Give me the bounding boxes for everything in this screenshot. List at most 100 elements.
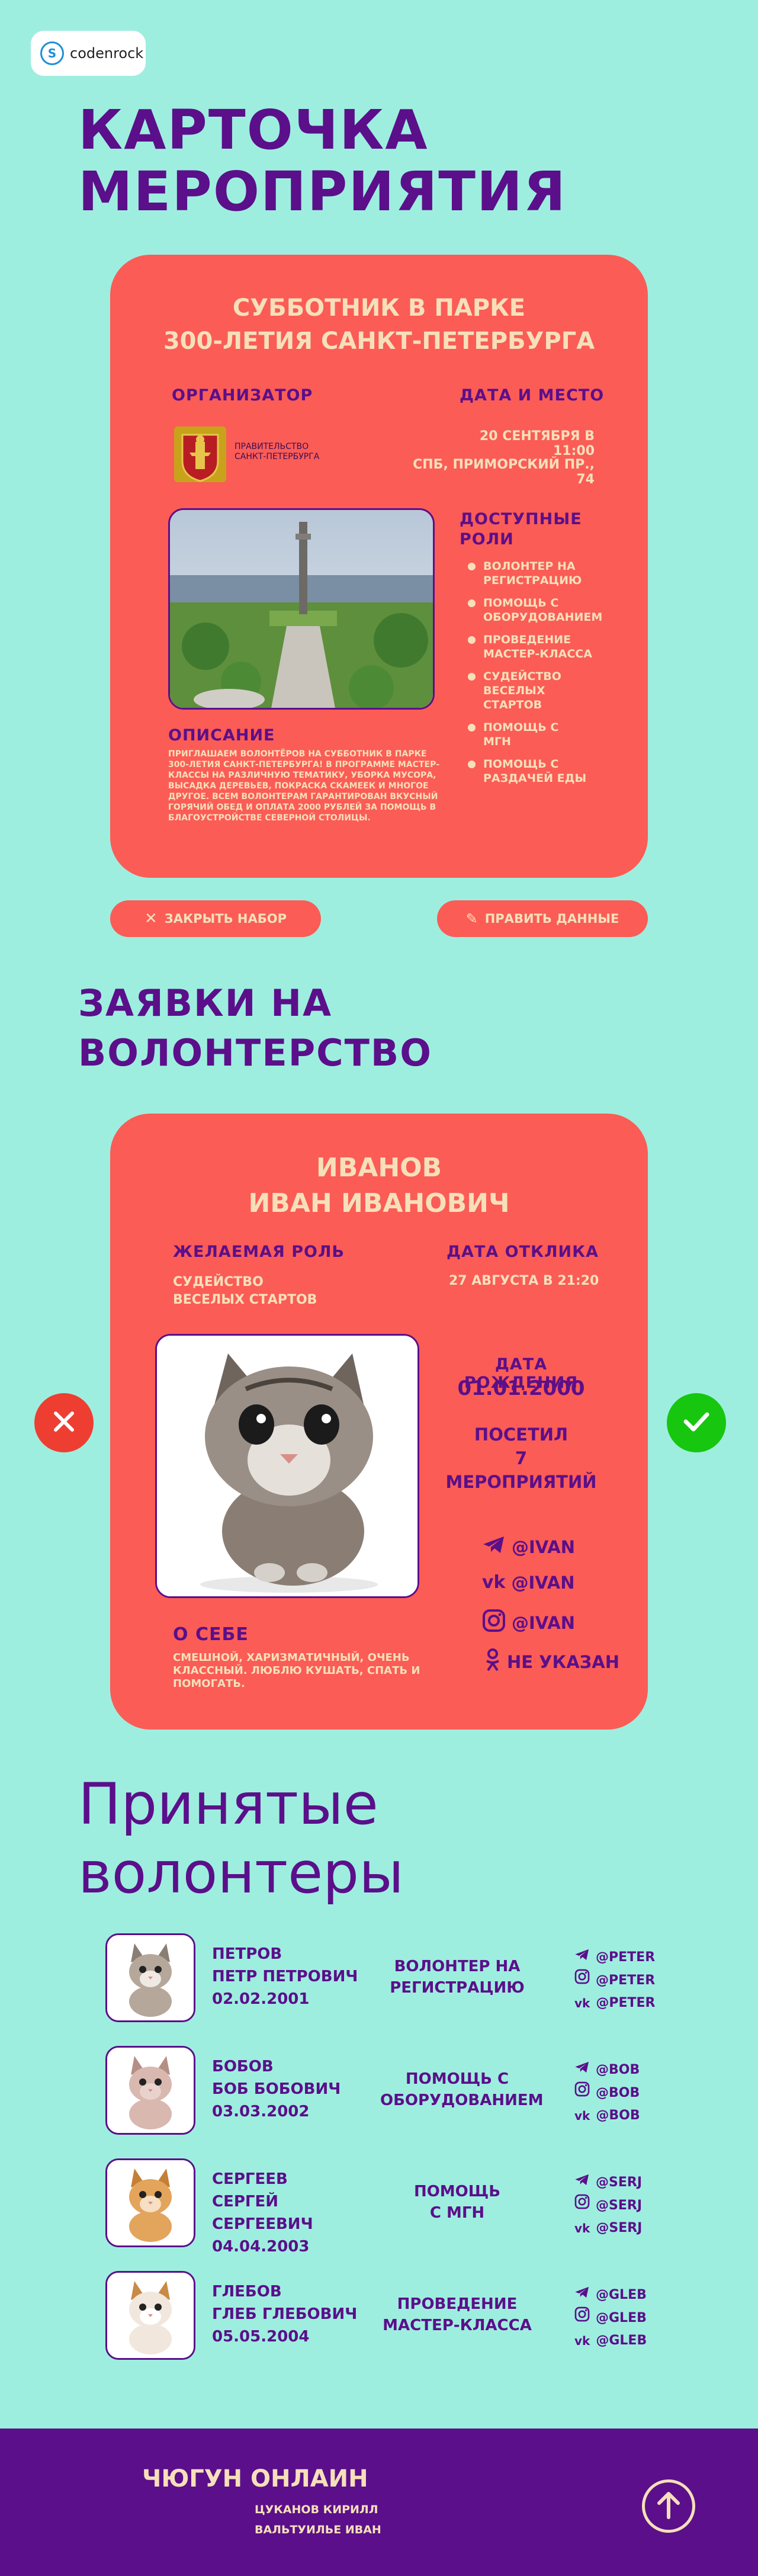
accepted-title: Принятые волонтеры [78,1770,404,1907]
about-text: СМЕШНОЙ, ХАРИЗМАТИЧНЫЙ, ОЧЕНЬ КЛАССНЫЙ. … [173,1651,420,1690]
vk-icon: vk [574,2334,590,2348]
volunteer-surname: ПЕТРОВ [212,1945,282,1963]
volunteer-vk[interactable]: vk @SERJ [574,2217,642,2240]
edit-data-button[interactable]: ✎ ПРАВИТЬ ДАННЫЕ [437,900,648,937]
volunteer-birth-date: 04.04.2003 [212,2238,310,2256]
page-title-line1: КАРТОЧКА [78,98,429,162]
applicant-telegram[interactable]: @IVAN [482,1535,575,1558]
volunteer-instagram[interactable]: @GLEB [574,2306,647,2330]
instagram-icon [574,2194,590,2217]
role-item: СУДЕЙСТВО ВЕСЕЛЫХ СТАРТОВ [465,669,602,712]
volunteer-name: СЕРГЕЕВ СЕРГЕЙ СЕРГЕЕВИЧ 04.04.2003 [212,2168,378,2258]
applications-title: ЗАЯВКИ НА ВОЛОНТЕРСТВО [78,979,432,1078]
volunteer-instagram[interactable]: @BOB [574,2081,640,2105]
volunteer-vk[interactable]: vk @BOB [574,2105,640,2127]
applications-title-line1: ЗАЯВКИ НА [78,981,333,1025]
applicant-name: ИВАНОВ ИВАН ИВАНОВИЧ [110,1150,648,1221]
organizer-label: ОРГАНИЗАТОР [172,386,313,405]
volunteer-role: ПОМОЩЬ С ОБОРУДОВАНИЕМ [380,2070,544,2109]
telegram-icon [574,2059,590,2081]
date-place-label: ДАТА И МЕСТО [460,386,605,405]
applicant-ok[interactable]: НЕ УКАЗАН [484,1648,619,1676]
footer-team: ЧЮГУН ОНЛАИН [142,2465,368,2492]
close-x-icon: ✕ [144,910,158,928]
volunteer-surname: БОБОВ [212,2058,274,2075]
accept-button[interactable] [667,1393,726,1452]
volunteer-vk[interactable]: vk @GLEB [574,2330,647,2352]
accepted-volunteer-row[interactable]: СЕРГЕЕВ СЕРГЕЙ СЕРГЕЕВИЧ 04.04.2003 ПОМО… [105,2158,644,2256]
description-label: ОПИСАНИЕ [168,726,275,745]
accepted-title-line2: волонтеры [78,1840,404,1906]
volunteer-given-name: БОБ БОБОВИЧ [212,2080,341,2098]
volunteer-socials: @PETER @PETER vk @PETER [574,1946,655,2014]
volunteer-name: БОБОВ БОБ БОБОВИЧ 03.03.2002 [212,2055,378,2123]
volunteer-photo [105,2046,195,2135]
volunteer-role: ПОМОЩЬ С МГН [413,2183,501,2222]
volunteer-name: ПЕТРОВ ПЕТР ПЕТРОВИЧ 02.02.2001 [212,1943,378,2010]
volunteer-photo [105,2158,195,2247]
page-title-line2: МЕРОПРИЯТИЯ [78,160,567,223]
reject-x-icon [51,1409,77,1437]
instagram-icon [574,2306,590,2330]
accepted-volunteer-row[interactable]: ПЕТРОВ ПЕТР ПЕТРОВИЧ 02.02.2001 ВОЛОНТЕР… [105,1933,655,2022]
vk-icon: vk [574,2109,590,2123]
event-title-line1: СУББОТНИК В ПАРКЕ [232,294,526,322]
instagram-icon [574,1969,590,1992]
accepted-volunteer-row[interactable]: ГЛЕБОВ ГЛЕБ ГЛЕБОВИЧ 05.05.2004 ПРОВЕДЕН… [105,2271,647,2360]
roles-list: ВОЛОНТЕР НА РЕГИСТРАЦИЮ ПОМОЩЬ С ОБОРУДОВА… [465,559,602,794]
volunteer-telegram[interactable]: @SERJ [574,2171,642,2194]
arrow-up-icon [656,2490,682,2522]
roles-label: ДОСТУПНЫЕ РОЛИ [460,509,582,550]
volunteer-given-name: ГЛЕБ ГЛЕБОВИЧ [212,2305,358,2323]
role-item: ПОМОЩЬ С МГН [465,720,602,749]
close-recruitment-button[interactable]: ✕ ЗАКРЫТЬ НАБОР [110,900,321,937]
volunteer-telegram[interactable]: @GLEB [574,2284,647,2306]
volunteer-instagram[interactable]: @PETER [574,1969,655,1992]
organizer-name: ПРАВИТЕЛЬСТВО САНКТ-ПЕТЕРБУРГА [235,442,319,462]
accepted-volunteer-row[interactable]: БОБОВ БОБ БОБОВИЧ 03.03.2002 ПОМОЩЬ С ОБ… [105,2046,644,2135]
volunteer-birth-date: 05.05.2004 [212,2328,310,2346]
instagram-icon [574,2081,590,2105]
applicant-vk[interactable]: vk @IVAN [482,1572,575,1593]
volunteer-vk[interactable]: vk @PETER [574,1992,655,2014]
instagram-icon [482,1609,506,1637]
volunteer-given-name: СЕРГЕЙ СЕРГЕЕВИЧ [212,2193,313,2233]
volunteer-name: ГЛЕБОВ ГЛЕБ ГЛЕБОВИЧ 05.05.2004 [212,2280,378,2348]
codenrock-logo[interactable]: S codenrock [31,31,146,76]
vk-icon: vk [574,2221,590,2235]
telegram-icon [574,2171,590,2194]
telegram-icon [482,1535,506,1558]
volunteer-role: ВОЛОНТЕР НА РЕГИСТРАЦИЮ [390,1958,525,1997]
event-place: СПБ, ПРИМОРСКИЙ ПР., 74 [413,457,595,487]
footer: ЧЮГУН ОНЛАИН ЦУКАНОВ КИРИЛЛ ВАЛЬТУИЛЬЕ И… [0,2429,758,2576]
volunteer-photo [105,2271,195,2360]
footer-member-2: ВАЛЬТУИЛЬЕ ИВАН [255,2523,381,2536]
event-photo [168,508,435,710]
desired-role: СУДЕЙСТВО ВЕСЕЛЫХ СТАРТОВ [173,1275,317,1307]
role-item: ПОМОЩЬ С ОБОРУДОВАНИЕМ [465,596,602,624]
desired-role-label: ЖЕЛАЕМАЯ РОЛЬ [173,1243,345,1261]
volunteer-role: ПРОВЕДЕНИЕ МАСТЕР-КЛАССА [383,2295,532,2334]
page-title: КАРТОЧКА МЕРОПРИЯТИЯ [78,100,567,223]
volunteer-instagram[interactable]: @SERJ [574,2194,642,2217]
events-visited-count: 7 [515,1448,528,1468]
volunteer-socials: @BOB @BOB vk @BOB [574,2059,640,2127]
volunteer-telegram[interactable]: @BOB [574,2059,640,2081]
applicant-surname: ИВАНОВ [316,1153,442,1183]
scroll-top-button[interactable] [642,2479,695,2533]
codenrock-logo-icon: S [40,41,64,65]
applicant-instagram[interactable]: @IVAN [482,1609,575,1637]
volunteer-photo [105,1933,195,2022]
reject-button[interactable] [34,1393,94,1452]
applicant-photo [155,1334,419,1598]
volunteer-birth-date: 02.02.2001 [212,1990,310,2008]
volunteer-telegram[interactable]: @PETER [574,1946,655,1969]
footer-member-1: ЦУКАНОВ КИРИЛЛ [255,2503,378,2516]
roles-label-line1: ДОСТУПНЫЕ [460,510,582,528]
event-title-line2: 300-ЛЕТИЯ САНКТ-ПЕТЕРБУРГА [163,328,595,355]
ok-icon [484,1648,501,1676]
role-item: ПОМОЩЬ С РАЗДАЧЕЙ ЕДЫ [465,757,602,785]
event-title: СУББОТНИК В ПАРКЕ 300-ЛЕТИЯ САНКТ-ПЕТЕРБ… [110,291,648,358]
logo-text: codenrock [70,45,144,62]
pencil-icon: ✎ [465,910,478,927]
